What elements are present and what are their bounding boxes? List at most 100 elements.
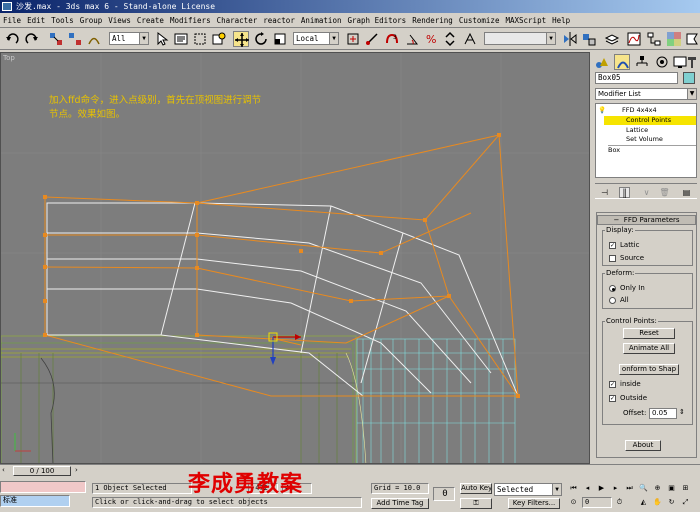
menu-create[interactable]: Create [134, 16, 167, 25]
maxscript-listener[interactable] [0, 481, 86, 493]
bind-space-warp-icon[interactable] [86, 31, 102, 47]
all-radio[interactable]: All [609, 296, 629, 305]
curve-editor-icon[interactable] [626, 31, 642, 47]
outside-checkbox[interactable]: ✓ Outside [609, 394, 647, 403]
render-scene-icon[interactable] [684, 31, 700, 47]
menu-rendering[interactable]: Rendering [409, 16, 456, 25]
key-mode-icon[interactable]: ⊙ [568, 497, 579, 507]
stack-item-box[interactable]: Box [608, 145, 696, 155]
conform-to-shape-button[interactable]: onform to Shap [619, 364, 679, 375]
object-name-field[interactable]: Box05 [595, 72, 678, 84]
schematic-view-icon[interactable] [646, 31, 662, 47]
window-crossing-icon[interactable] [211, 31, 227, 47]
zoom-all-icon[interactable]: ⊕ [652, 483, 663, 493]
material-editor-icon[interactable] [666, 31, 682, 47]
select-and-scale-icon[interactable] [272, 31, 288, 47]
maximize-viewport-icon[interactable]: ⤢ [680, 497, 691, 507]
select-and-rotate-icon[interactable] [253, 31, 269, 47]
selection-filter-dropdown[interactable]: All ▼ [109, 32, 149, 45]
top-viewport[interactable]: Top 加入ffd命令，进入点级别，首先在顶视图进行调节 节点。效果如图。 [0, 52, 590, 464]
arc-rotate-icon[interactable]: ↻ [666, 497, 677, 507]
create-tab-icon[interactable] [594, 54, 610, 70]
zoom-icon[interactable]: 🔍 [638, 483, 649, 493]
pivot-center-icon[interactable] [345, 31, 361, 47]
add-time-tag-button[interactable]: Add Time Tag [371, 498, 429, 509]
select-object-icon[interactable] [154, 31, 170, 47]
undo-icon[interactable] [4, 31, 20, 47]
hierarchy-tab-icon[interactable] [634, 54, 650, 70]
menu-reactor[interactable]: reactor [260, 16, 298, 25]
spinner-arrows-icon[interactable]: ⇕ [679, 408, 685, 416]
only-in-radio[interactable]: Only In [609, 284, 645, 293]
reset-button[interactable]: Reset [623, 328, 675, 339]
unlink-icon[interactable] [67, 31, 83, 47]
maxscript-mini-listener[interactable]: 标准 [0, 495, 70, 507]
pin-stack-icon[interactable]: ⊣ [599, 187, 610, 198]
rollout-header[interactable]: − FFD Parameters [597, 215, 696, 225]
select-and-move-icon[interactable] [233, 31, 249, 47]
animate-all-button[interactable]: Animate All [623, 343, 675, 354]
key-filters-button[interactable]: Key Filters... [508, 498, 560, 509]
snap-toggle-icon[interactable]: 3 [384, 31, 400, 47]
redo-icon[interactable] [24, 31, 40, 47]
menu-graph-editors[interactable]: Graph Editors [344, 16, 409, 25]
rectangular-selection-icon[interactable] [192, 31, 208, 47]
align-icon[interactable] [581, 31, 597, 47]
select-and-manipulate-icon[interactable] [364, 31, 380, 47]
set-key-button[interactable]: ⚿ [460, 498, 492, 509]
mirror-icon[interactable] [562, 31, 578, 47]
next-frame-icon[interactable]: › [75, 466, 78, 474]
menu-modifiers[interactable]: Modifiers [167, 16, 214, 25]
zoom-extents-icon[interactable]: ▣ [666, 483, 677, 493]
field-of-view-icon[interactable]: ◭ [638, 497, 649, 507]
play-icon[interactable]: ▶ [596, 483, 607, 493]
menu-maxscript[interactable]: MAXScript [502, 16, 549, 25]
bulb-icon[interactable]: 💡 [598, 106, 606, 115]
inside-checkbox[interactable]: ✓ inside [609, 380, 641, 389]
prev-frame-icon[interactable]: ‹ [2, 466, 5, 474]
go-to-start-icon[interactable]: ⏮ [568, 483, 579, 493]
spinner-snap-icon[interactable] [442, 31, 458, 47]
previous-frame-icon[interactable]: ◂ [582, 483, 593, 493]
stack-item-control-points[interactable]: Control Points [604, 116, 696, 125]
current-frame-field[interactable]: 0 [582, 497, 612, 508]
source-checkbox[interactable]: Source [609, 254, 644, 263]
menu-customize[interactable]: Customize [456, 16, 503, 25]
select-by-name-icon[interactable] [173, 31, 189, 47]
stack-item-set-volume[interactable]: Set Volume [626, 135, 663, 144]
stack-item-lattice[interactable]: Lattice [626, 126, 648, 135]
time-config-icon[interactable]: ⏱ [614, 497, 625, 507]
make-unique-icon[interactable]: ∨ [641, 187, 652, 198]
named-selection-icon[interactable] [462, 31, 478, 47]
next-frame-button-icon[interactable]: ▸ [610, 483, 621, 493]
menu-character[interactable]: Character [214, 16, 261, 25]
menu-help[interactable]: Help [549, 16, 573, 25]
auto-key-button[interactable]: Auto Key [460, 483, 492, 494]
about-button[interactable]: About [625, 440, 661, 451]
select-and-link-icon[interactable] [48, 31, 64, 47]
offset-spinner[interactable]: 0.05 [649, 408, 677, 419]
object-color-swatch[interactable] [683, 72, 695, 84]
menu-views[interactable]: Views [105, 16, 134, 25]
angle-snap-icon[interactable] [404, 31, 420, 47]
go-to-end-icon[interactable]: ⏭ [624, 483, 635, 493]
menu-edit[interactable]: Edit [24, 16, 48, 25]
modifier-list-dropdown[interactable]: Modifier List ▼ [595, 88, 697, 100]
motion-tab-icon[interactable] [654, 54, 670, 70]
menu-group[interactable]: Group [77, 16, 106, 25]
stack-item-ffd[interactable]: FFD 4x4x4 [622, 106, 657, 115]
menu-tools[interactable]: Tools [48, 16, 77, 25]
reference-coordinate-dropdown[interactable]: Local ▼ [293, 32, 339, 45]
key-selection-dropdown[interactable]: Selected ▼ [494, 483, 562, 496]
time-slider-thumb[interactable]: 0 / 100 [13, 466, 71, 476]
layer-manager-icon[interactable] [604, 31, 620, 47]
remove-modifier-icon[interactable]: 🗑 [659, 187, 670, 198]
pan-icon[interactable]: ✋ [652, 497, 663, 507]
lattice-checkbox[interactable]: ✓ Lattic [609, 241, 639, 250]
menu-animation[interactable]: Animation [298, 16, 345, 25]
menu-file[interactable]: File [0, 16, 24, 25]
named-selection-sets-dropdown[interactable]: ▼ [484, 32, 556, 45]
utilities-tab-icon[interactable] [684, 54, 700, 70]
zoom-extents-all-icon[interactable]: ⊞ [680, 483, 691, 493]
percent-snap-icon[interactable]: % [423, 31, 439, 47]
